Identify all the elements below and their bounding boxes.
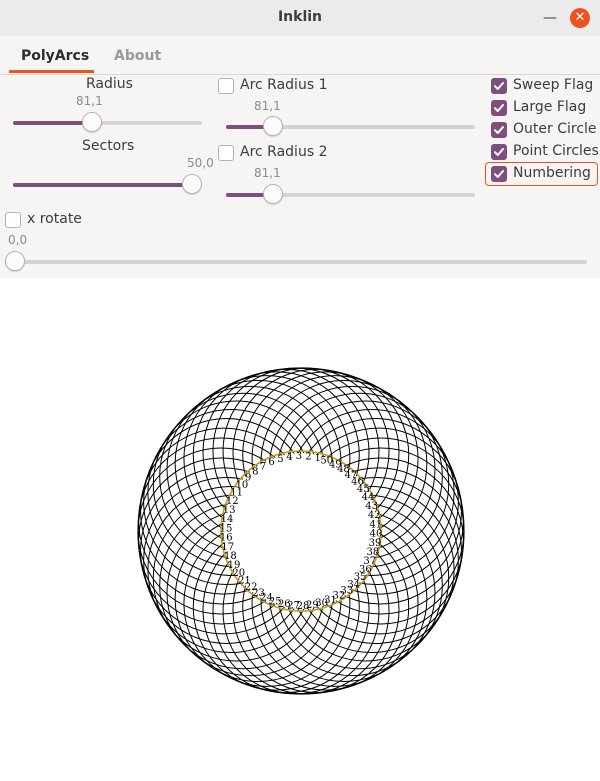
large-flag-checkbox[interactable] xyxy=(491,100,507,116)
sweep-flag-checkbox[interactable] xyxy=(491,78,507,94)
sector-number: 2 xyxy=(305,451,311,462)
checkmark-icon xyxy=(494,148,504,156)
minimize-icon: — xyxy=(543,10,557,26)
sector-number: 6 xyxy=(268,457,274,468)
sector-number: 7 xyxy=(260,461,266,472)
numbering-label: Numbering xyxy=(513,165,591,181)
x-rotate-label: x rotate xyxy=(27,211,82,227)
drawing-area: 1 2 3 4 5 6 7 8 9 10 11 12 13 14 15 16 17 18 19 20 21 22 23 24 2… xyxy=(0,278,600,777)
title-bar: Inklin — ✕ xyxy=(0,0,600,37)
arc-radius-1-slider-handle[interactable] xyxy=(263,116,284,136)
arc-radius-2-label: Arc Radius 2 xyxy=(240,144,328,160)
polyarc-canvas: 1234567891011121314151617181920212223242… xyxy=(137,367,465,695)
sectors-slider[interactable] xyxy=(13,174,202,194)
x-rotate-checkbox[interactable] xyxy=(5,212,21,228)
sectors-value: 50,0 xyxy=(187,156,214,170)
arc-radius-1-label: Arc Radius 1 xyxy=(240,77,328,93)
sector-number: 40 xyxy=(370,529,383,540)
active-tab-indicator xyxy=(9,70,94,73)
x-rotate-slider[interactable] xyxy=(5,251,587,271)
radius-label: Radius xyxy=(86,76,133,92)
sector-number: 4 xyxy=(286,452,292,463)
app-window: Inklin — ✕ PolyArcs About Radius 81,1 Se… xyxy=(0,0,600,777)
checkmark-icon xyxy=(494,82,504,90)
arc-radius-2-slider[interactable] xyxy=(226,184,475,204)
minimize-button[interactable]: — xyxy=(540,8,560,28)
sector-number: 5 xyxy=(277,454,283,465)
arc-radius-2-value: 81,1 xyxy=(254,166,281,180)
outer-circle-label: Outer Circle xyxy=(513,121,597,137)
checkmark-icon xyxy=(494,104,504,112)
radius-value: 81,1 xyxy=(76,94,103,108)
sectors-slider-handle[interactable] xyxy=(182,174,202,194)
radius-slider[interactable] xyxy=(13,112,202,132)
sectors-slider-fill xyxy=(13,183,192,187)
tab-polyarcs[interactable]: PolyArcs xyxy=(21,48,89,64)
tab-about[interactable]: About xyxy=(114,48,161,64)
radius-slider-fill xyxy=(13,121,93,125)
sector-number: 8 xyxy=(252,467,258,478)
checkmark-icon xyxy=(494,126,504,134)
outer-circle-checkbox[interactable] xyxy=(491,122,507,138)
radius-slider-handle[interactable] xyxy=(82,112,103,132)
sweep-flag-label: Sweep Flag xyxy=(513,77,594,93)
window-title: Inklin xyxy=(277,9,323,25)
large-flag-label: Large Flag xyxy=(513,99,587,115)
arc-radius-2-checkbox[interactable] xyxy=(218,145,234,161)
point-circles-label: Point Circles xyxy=(513,143,599,159)
arc-radius-1-value: 81,1 xyxy=(254,99,281,113)
x-rotate-slider-handle[interactable] xyxy=(5,251,25,271)
checkmark-icon xyxy=(494,170,504,178)
x-rotate-value: 0,0 xyxy=(8,233,28,247)
arc-radius-2-slider-handle[interactable] xyxy=(263,184,284,204)
close-icon: ✕ xyxy=(574,10,586,25)
numbering-checkbox[interactable] xyxy=(491,166,507,182)
arc-radius-1-slider[interactable] xyxy=(226,116,475,136)
sector-number: 39 xyxy=(369,538,382,549)
sectors-label: Sectors xyxy=(82,138,135,154)
arc-radius-1-checkbox[interactable] xyxy=(218,78,234,94)
sector-number: 3 xyxy=(296,451,302,462)
sector-number: 50 xyxy=(320,456,333,467)
close-button[interactable]: ✕ xyxy=(570,8,590,28)
point-circles-checkbox[interactable] xyxy=(491,144,507,160)
